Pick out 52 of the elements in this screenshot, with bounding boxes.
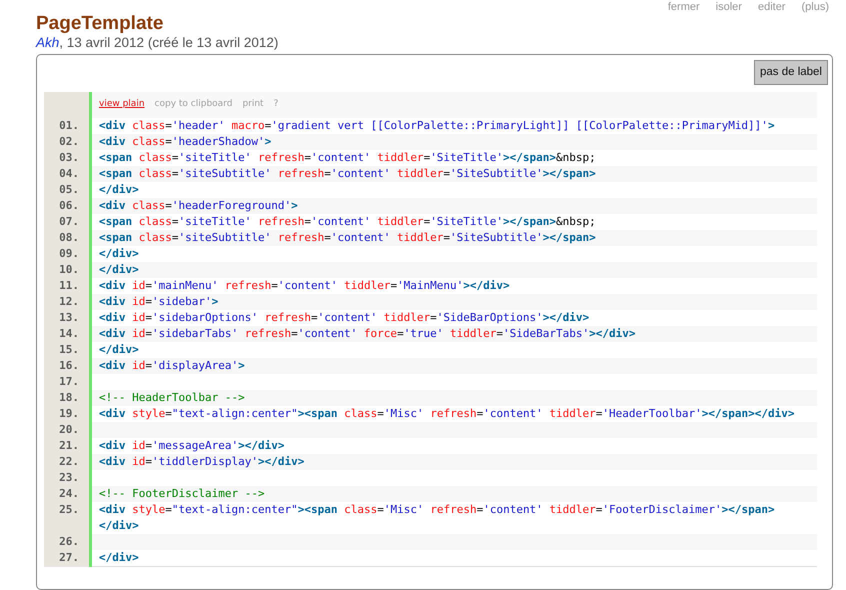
line-number: 04. bbox=[44, 166, 89, 182]
line-number: 21. bbox=[44, 438, 89, 454]
code-toolbar-link[interactable]: print bbox=[242, 99, 264, 109]
toolbar-link[interactable]: editer bbox=[758, 1, 786, 13]
code-line: </div> bbox=[92, 550, 817, 567]
line-number: 15. bbox=[44, 342, 89, 358]
code-line: <span class='siteTitle' refresh='content' tiddler='SiteTitle'></span>&nbsp; bbox=[98, 214, 597, 230]
line-number: 07. bbox=[44, 214, 89, 230]
line-number: 14. bbox=[44, 326, 89, 342]
code-line: <div id='mainMenu' refresh='content' tiddler='MainMenu'></div> bbox=[98, 278, 511, 294]
toolbar-link[interactable]: fermer bbox=[668, 1, 700, 13]
line-number: 27. bbox=[44, 550, 89, 567]
line-number: 13. bbox=[44, 310, 89, 326]
line-number: 22. bbox=[44, 454, 89, 470]
line-number: 25. bbox=[44, 502, 89, 534]
label-button[interactable]: pas de label bbox=[754, 60, 828, 85]
code-line: </div> bbox=[98, 342, 140, 358]
line-number: 02. bbox=[44, 134, 89, 150]
code-line: <div id='messageArea'></div> bbox=[98, 438, 286, 454]
code-line: <div class='header' macro='gradient vert [[ColorPalette::PrimaryLight]] [[ColorPalette::PrimaryMid]]'> bbox=[98, 118, 776, 134]
line-number: 16. bbox=[44, 358, 89, 374]
code-line: <span class='siteTitle' refresh='content' tiddler='SiteTitle'></span>&nbsp; bbox=[98, 150, 597, 166]
line-number: 24. bbox=[44, 486, 89, 502]
gutter bbox=[44, 92, 89, 118]
line-number: 06. bbox=[44, 198, 89, 214]
line-number: 11. bbox=[44, 278, 89, 294]
line-number: 08. bbox=[44, 230, 89, 246]
line-number: 18. bbox=[44, 390, 89, 406]
code-line: <div id='sidebarOptions' refresh='content' tiddler='SideBarOptions'></div> bbox=[98, 310, 590, 326]
line-number: 20. bbox=[44, 422, 89, 438]
code-line: <div style="text-align:center"><span class='Misc' refresh='content' tiddler='HeaderToolbar'></span></div> bbox=[98, 406, 796, 422]
code-toolbar-link[interactable]: view plain bbox=[99, 99, 145, 109]
line-number: 01. bbox=[44, 118, 89, 134]
code-line: </div> bbox=[98, 246, 140, 262]
subtitle-text: Akh, 13 avril 2012 (créé le 13 avril 2012) bbox=[36, 35, 278, 51]
page-title: PageTemplate bbox=[36, 13, 164, 35]
code-toolbar-link[interactable]: copy to clipboard bbox=[154, 99, 232, 109]
line-number: 10. bbox=[44, 262, 89, 278]
line-number: 26. bbox=[44, 534, 89, 550]
code-toolbar-link[interactable]: ? bbox=[274, 99, 278, 109]
toolbar-link[interactable]: (plus) bbox=[801, 1, 829, 13]
line-number: 17. bbox=[44, 374, 89, 390]
code-line: <div style="text-align:center"><span class='Misc' refresh='content' tiddler='FooterDisclaimer'></span> </div> bbox=[98, 502, 776, 534]
line-number: 05. bbox=[44, 182, 89, 198]
author-link[interactable]: Akh bbox=[36, 35, 60, 50]
line-number: 12. bbox=[44, 294, 89, 310]
line-number: 03. bbox=[44, 150, 89, 166]
code-line: </div> bbox=[98, 182, 140, 198]
toolbar-link[interactable]: isoler bbox=[716, 1, 742, 13]
line-number: 09. bbox=[44, 246, 89, 262]
line-number: 19. bbox=[44, 406, 89, 422]
line-number: 23. bbox=[44, 470, 89, 486]
